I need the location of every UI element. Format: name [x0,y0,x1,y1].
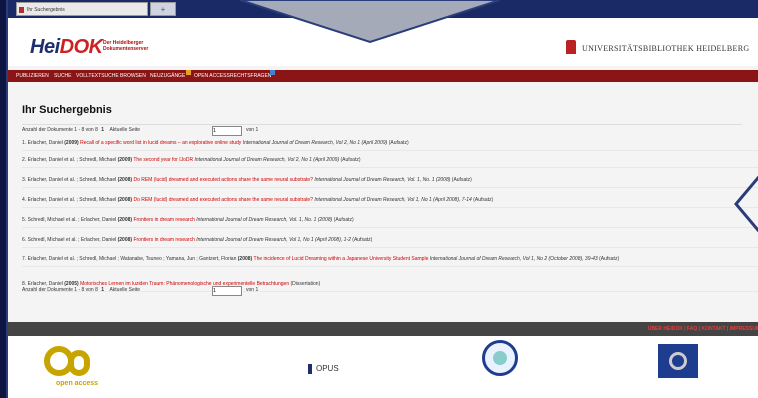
result-count-bottom: Anzahl der Dokumente 1 - 8 von 8 1 Aktue… [22,285,742,296]
nav-item-rechtsfragen[interactable]: RECHTSFRAGEN [230,70,271,82]
dini-certificate-icon[interactable] [482,340,518,376]
result-count-top: Anzahl der Dokumente 1 - 8 von 8 1 Aktue… [22,124,742,136]
page-title: Ihr Suchergebnis [22,104,112,116]
list-item: 2. Erlacher, Daniel et al. ; Schredl, Mi… [22,157,758,168]
nav-item-open-access[interactable]: OPEN ACCESS [194,70,230,82]
database-badge-icon[interactable] [658,344,698,378]
browser-tab[interactable]: Ihr Suchergebnis [16,2,148,16]
browser-window: Ihr Suchergebnis + HeiDOK Der Heidelberg… [6,0,758,398]
arrow-decoration-icon [240,0,500,44]
list-item: 4. Erlacher, Daniel et al. ; Schredl, Mi… [22,197,758,208]
nav-item-neuzugaenge[interactable]: NEUZUGÄNGE [150,70,185,82]
favicon-icon [19,7,24,13]
page-input[interactable] [212,126,242,136]
site-footer: ÜBER HEIDOK | FAQ | KONTAKT | IMPRESSUM [8,322,758,336]
list-item: 7. Erlacher, Daniel et al. ; Schredl, Mi… [22,256,758,267]
result-link[interactable]: The incidence of Lucid Dreaming within a… [254,256,429,262]
nav-item-publizieren[interactable]: PUBLIZIEREN [16,70,49,82]
institution-name[interactable]: UNIVERSITÄTSBIBLIOTHEK HEIDELBERG [582,44,749,53]
open-access-label: open access [56,380,99,387]
partner-logos: open access OPUS [8,336,758,398]
main-nav: PUBLIZIEREN SUCHE VOLLTEXTSUCHE BROWSEN … [8,70,758,82]
list-item: 1. Erlacher, Daniel (2009) Recall of a s… [22,140,758,151]
nav-item-volltextsuche[interactable]: VOLLTEXTSUCHE [76,70,119,82]
library-logo-icon [566,40,576,54]
result-link[interactable]: Do REM (lucid) dreamed and executed acti… [133,197,313,203]
opus-logo[interactable]: OPUS [308,364,339,374]
list-item: 5. Schredl, Michael et al. ; Erlacher, D… [22,217,758,228]
nav-item-suche[interactable]: SUCHE [54,70,72,82]
opus-icon [308,364,312,374]
logo-subtitle: Der Heidelberger Dokumentenserver [103,40,149,52]
page-input[interactable] [212,286,242,296]
heidok-logo[interactable]: HeiDOK [30,36,103,59]
result-link[interactable]: Recall of a specific word list in lucid … [80,140,241,146]
new-tab-button[interactable]: + [150,2,176,16]
result-link[interactable]: Do REM (lucid) dreamed and executed acti… [133,177,313,183]
result-link[interactable]: Frontiers in dream research [133,217,194,223]
result-link[interactable]: The second year for IJoDR [133,157,193,163]
list-item: 6. Schredl, Michael et al. ; Erlacher, D… [22,237,758,248]
footer-links[interactable]: ÜBER HEIDOK | FAQ | KONTAKT | IMPRESSUM [648,322,758,336]
nav-item-browsen[interactable]: BROWSEN [120,70,146,82]
result-link[interactable]: Frontiers in dream research [133,237,194,243]
chevron-left-icon [734,175,758,233]
tab-title: Ihr Suchergebnis [27,7,65,13]
list-item: 3. Erlacher, Daniel et al. ; Schredl, Mi… [22,177,758,188]
